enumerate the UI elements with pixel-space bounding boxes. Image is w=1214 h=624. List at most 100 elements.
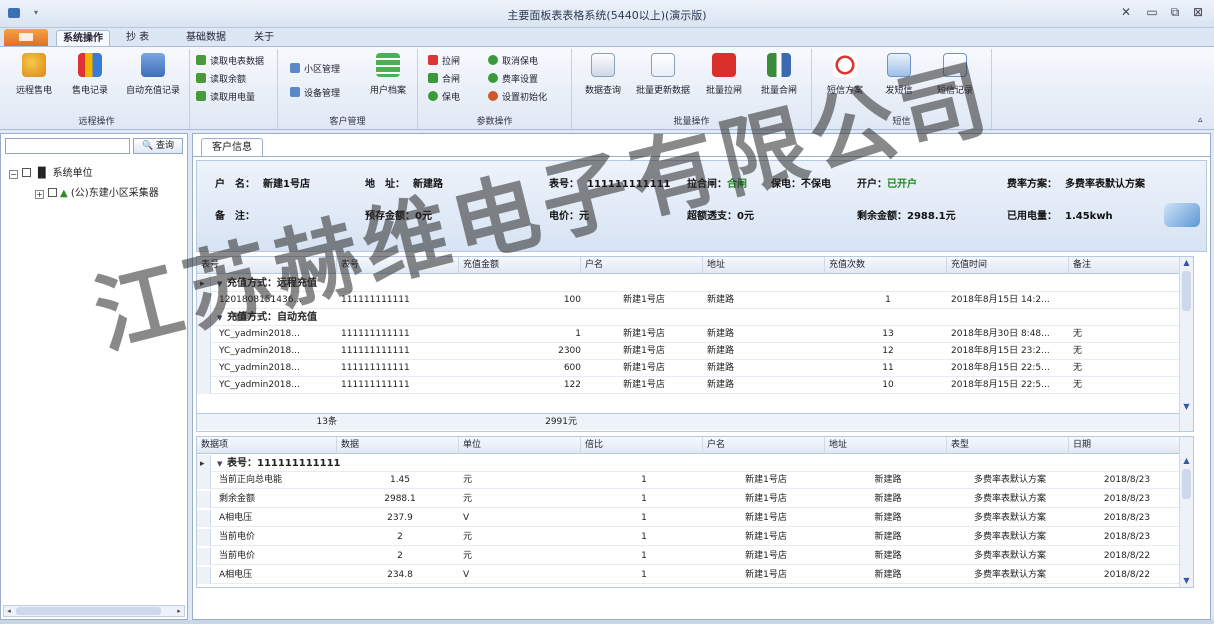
row-selector[interactable] [197, 377, 211, 394]
scroll-up-icon[interactable]: ▲ [1180, 257, 1193, 269]
sell-record-button[interactable]: 售电记录 [64, 53, 116, 96]
collapse-ribbon-icon[interactable]: ▵ [1198, 113, 1203, 127]
group-row[interactable]: ▼表号：111111111111 [197, 455, 1193, 473]
area-manage-button[interactable]: 小区管理 [290, 63, 340, 77]
tab-base-data[interactable]: 基础数据 [180, 30, 232, 46]
scroll-thumb[interactable] [1182, 271, 1191, 311]
col-header[interactable]: 日期 [1069, 437, 1181, 454]
col-header[interactable]: 户名 [703, 437, 825, 454]
auto-recharge-record-button[interactable]: 自动充值记录 [120, 53, 186, 96]
checkbox[interactable] [48, 188, 57, 197]
scroll-up-icon[interactable]: ▲ [1180, 455, 1193, 467]
col-header[interactable]: 表型 [947, 437, 1069, 454]
table-row[interactable]: YC_yadmin2018... 111111111111 1 新建1号店 新建路 13 2… [197, 326, 1193, 343]
read-usage-button[interactable]: 读取用电量 [196, 91, 255, 105]
table-row[interactable]: A相电压 237.9 V 1 新建1号店 新建路 多费率表默认方案 2018/8/23 [197, 510, 1193, 527]
user-archive-button[interactable]: 用户档案 [364, 53, 412, 96]
restore-ribbon-icon[interactable]: ✕ [1116, 5, 1136, 19]
data-query-button[interactable]: 数据查询 [578, 53, 628, 96]
col-header[interactable]: 地址 [703, 257, 825, 274]
sms-plan-button[interactable]: 短信方案 [820, 53, 870, 96]
table-row[interactable]: YC_yadmin2018... 111111111111 122 新建1号店 新建路 1… [197, 377, 1193, 394]
collapse-group-icon[interactable]: ▼ [217, 456, 227, 473]
table-row[interactable]: 当前电价 2 元 1 新建1号店 新建路 多费率表默认方案 2018/8/23 [197, 529, 1193, 546]
group-row[interactable]: ▼充值方式：远程充值 [197, 275, 1193, 293]
row-selector[interactable] [197, 455, 211, 473]
horizontal-scrollbar[interactable]: ◂ ▸ [3, 605, 185, 617]
recharge-grid-scrollbar[interactable]: ▲ ▼ [1179, 257, 1193, 431]
device-manage-button[interactable]: 设备管理 [290, 87, 340, 101]
file-menu-button[interactable] [4, 29, 48, 46]
col-header[interactable]: 单位 [459, 437, 581, 454]
row-selector[interactable] [197, 343, 211, 360]
collapse-group-icon[interactable]: ▼ [217, 276, 227, 293]
col-header[interactable]: 充值金额 [459, 257, 581, 274]
sms-record-button[interactable]: 短信记录 [928, 53, 982, 96]
tree-node-root[interactable]: − ▐▌ 系统单位 [9, 164, 93, 179]
maximize-icon[interactable]: ⧉ [1165, 5, 1185, 20]
close-gate-button[interactable]: 合闸 [428, 73, 460, 87]
col-header[interactable]: 地址 [825, 437, 947, 454]
scroll-thumb[interactable] [1182, 469, 1191, 499]
row-selector[interactable] [197, 360, 211, 377]
col-header[interactable]: 户名 [581, 257, 703, 274]
group-row[interactable]: ▼ 充值方式：自动充值 [197, 309, 1193, 326]
batch-open-gate-button[interactable]: 批量拉闸 [698, 53, 750, 96]
col-header[interactable]: 充值次数 [825, 257, 947, 274]
collapse-group-icon[interactable]: ▼ [217, 310, 227, 327]
cancel-keep-button[interactable]: 取消保电 [488, 55, 538, 69]
scroll-down-icon[interactable]: ▼ [1180, 575, 1193, 587]
remote-sell-button[interactable]: 远程售电 [10, 53, 58, 96]
row-selector[interactable] [197, 548, 211, 565]
read-balance-button[interactable]: 读取余额 [196, 73, 246, 87]
tab-meter-reading[interactable]: 抄 表 [120, 30, 155, 46]
send-sms-button[interactable]: 发短信 [874, 53, 924, 96]
table-row[interactable]: 剩余金额 2988.1 元 1 新建1号店 新建路 多费率表默认方案 2018/8/23 [197, 491, 1193, 508]
refresh-icon[interactable] [1164, 203, 1200, 227]
table-row[interactable]: 1201808151436... 111111111111 100 新建1号店 新建路 1… [197, 292, 1193, 309]
expand-icon[interactable]: + [35, 190, 44, 199]
col-header[interactable]: 备注 [1069, 257, 1181, 274]
col-header[interactable]: 数据项 [197, 437, 337, 454]
col-header[interactable]: 数据 [337, 437, 459, 454]
scroll-right-icon[interactable]: ▸ [174, 606, 184, 616]
open-gate-button[interactable]: 拉闸 [428, 55, 460, 69]
meter-data-grid-scrollbar[interactable]: ▲ ▼ [1179, 437, 1193, 587]
col-header[interactable]: 表号 [197, 257, 337, 274]
search-input[interactable] [5, 138, 130, 154]
read-meter-button[interactable]: 读取电表数据 [196, 55, 264, 69]
scroll-thumb[interactable] [16, 607, 161, 615]
table-row[interactable]: 当前电价 2 元 1 新建1号店 新建路 多费率表默认方案 2018/8/22 [197, 548, 1193, 565]
batch-update-button[interactable]: 批量更新数据 [630, 53, 696, 96]
keep-power-button[interactable]: 保电 [428, 91, 460, 105]
table-row[interactable]: A相电压 234.8 V 1 新建1号店 新建路 多费率表默认方案 2018/8/22 [197, 567, 1193, 584]
close-icon[interactable]: ⊠ [1188, 5, 1208, 19]
scroll-left-icon[interactable]: ◂ [4, 606, 14, 616]
batch-close-gate-button[interactable]: 批量合闸 [752, 53, 806, 96]
row-selector[interactable] [197, 309, 211, 326]
row-selector[interactable] [197, 529, 211, 546]
scroll-down-icon[interactable]: ▼ [1180, 401, 1193, 413]
tree-node-collector[interactable]: + ▲ (公)东建小区采集器 [35, 184, 159, 199]
row-selector[interactable] [197, 292, 211, 309]
tab-about[interactable]: 关于 [248, 30, 280, 46]
tab-customer-info[interactable]: 客户信息 [201, 138, 263, 156]
init-button[interactable]: 设置初始化 [488, 91, 547, 105]
collapse-icon[interactable]: − [9, 170, 18, 179]
table-row[interactable]: 当前正向总电能 1.45 元 1 新建1号店 新建路 多费率表默认方案 2018/8/23 [197, 472, 1193, 489]
row-selector[interactable] [197, 472, 211, 489]
query-button[interactable]: 🔍 查询 [133, 138, 183, 154]
checkbox[interactable] [22, 168, 31, 177]
col-header[interactable]: 倍比 [581, 437, 703, 454]
tab-system[interactable]: 系统操作 [56, 30, 110, 46]
minimize-icon[interactable]: ▭ [1142, 5, 1162, 19]
row-selector[interactable] [197, 275, 211, 293]
row-selector[interactable] [197, 510, 211, 527]
row-selector[interactable] [197, 491, 211, 508]
table-row[interactable]: YC_yadmin2018... 111111111111 2300 新建1号店 新建路… [197, 343, 1193, 360]
col-header[interactable]: 表号 [337, 257, 459, 274]
col-header[interactable]: 充值时间 [947, 257, 1069, 274]
row-selector[interactable] [197, 326, 211, 343]
table-row[interactable]: YC_yadmin2018... 111111111111 600 新建1号店 新建路 1… [197, 360, 1193, 377]
rate-set-button[interactable]: 费率设置 [488, 73, 538, 87]
